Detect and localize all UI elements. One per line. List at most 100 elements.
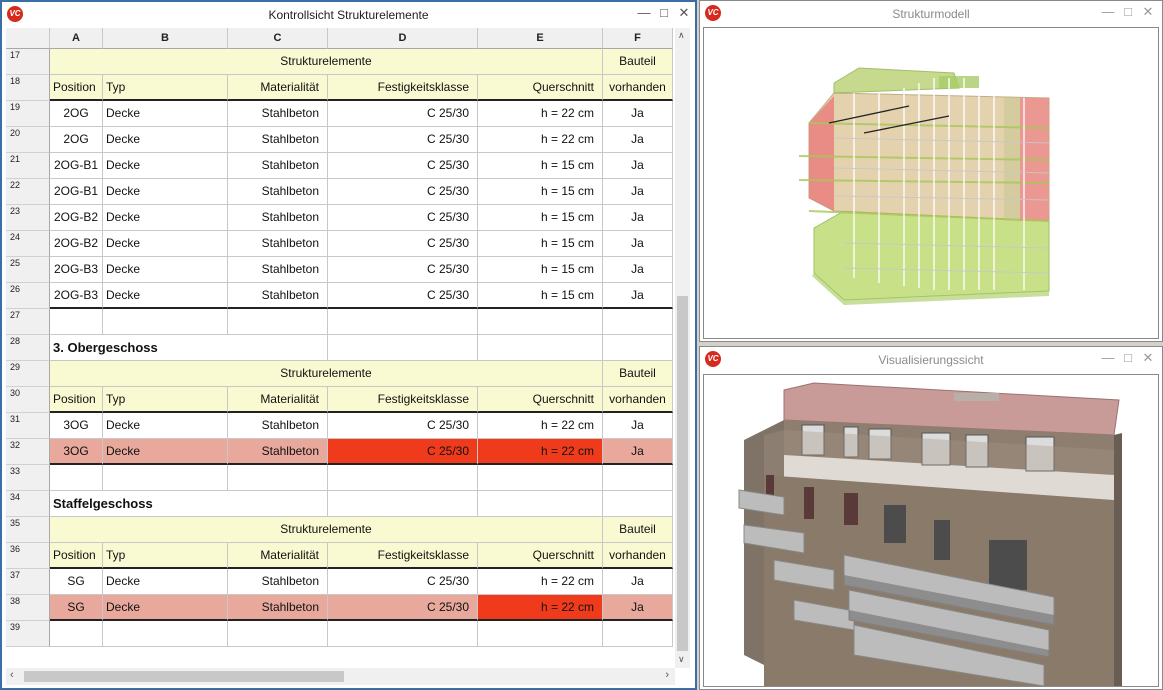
- section-title[interactable]: Staffelgeschoss: [50, 491, 328, 517]
- empty-cell[interactable]: [103, 465, 228, 491]
- column-header-c[interactable]: C: [228, 28, 328, 49]
- row-header[interactable]: 27: [6, 309, 50, 335]
- table-cell[interactable]: Decke: [103, 595, 228, 621]
- empty-cell[interactable]: [328, 335, 478, 361]
- table-cell[interactable]: Ja: [603, 127, 673, 153]
- column-title-cell[interactable]: Querschnitt: [478, 387, 603, 413]
- column-title-cell[interactable]: Festigkeitsklasse: [328, 543, 478, 569]
- table-cell[interactable]: Decke: [103, 257, 228, 283]
- table-cell[interactable]: Stahlbeton: [228, 153, 328, 179]
- table-cell[interactable]: Decke: [103, 439, 228, 465]
- row-header[interactable]: 35: [6, 517, 50, 543]
- column-title-cell[interactable]: Materialität: [228, 75, 328, 101]
- scroll-right-icon[interactable]: ›: [665, 669, 669, 681]
- table-cell[interactable]: C 25/30: [328, 413, 478, 439]
- table-cell[interactable]: Ja: [603, 283, 673, 309]
- empty-cell[interactable]: [603, 335, 673, 361]
- row-header[interactable]: 26: [6, 283, 50, 309]
- row-header[interactable]: 21: [6, 153, 50, 179]
- table-cell[interactable]: C 25/30: [328, 231, 478, 257]
- row-header[interactable]: 20: [6, 127, 50, 153]
- table-cell[interactable]: Decke: [103, 179, 228, 205]
- table-cell[interactable]: h = 15 cm: [478, 283, 603, 309]
- table-cell[interactable]: 2OG-B2: [50, 231, 103, 257]
- table-cell[interactable]: Ja: [603, 595, 673, 621]
- column-header-d[interactable]: D: [328, 28, 478, 49]
- table-cell[interactable]: h = 22 cm: [478, 127, 603, 153]
- column-title-cell[interactable]: vorhanden: [603, 543, 673, 569]
- column-header-f[interactable]: F: [603, 28, 673, 49]
- bauteil-header-cell[interactable]: Bauteil: [603, 517, 673, 543]
- row-header[interactable]: 31: [6, 413, 50, 439]
- empty-cell[interactable]: [603, 309, 673, 335]
- column-title-cell[interactable]: Typ: [103, 543, 228, 569]
- row-header[interactable]: 37: [6, 569, 50, 595]
- group-header-cell[interactable]: Strukturelemente: [50, 361, 603, 387]
- row-header[interactable]: 39: [6, 621, 50, 647]
- table-cell[interactable]: Ja: [603, 569, 673, 595]
- group-header-cell[interactable]: Strukturelemente: [50, 49, 603, 75]
- row-header[interactable]: 18: [6, 75, 50, 101]
- column-title-cell[interactable]: Position: [50, 543, 103, 569]
- table-cell[interactable]: Stahlbeton: [228, 413, 328, 439]
- row-header[interactable]: 28: [6, 335, 50, 361]
- table-cell[interactable]: C 25/30: [328, 283, 478, 309]
- maximize-icon[interactable]: □: [1120, 350, 1136, 366]
- maximize-icon[interactable]: □: [656, 5, 672, 21]
- table-cell[interactable]: C 25/30: [328, 439, 478, 465]
- table-cell[interactable]: 2OG-B1: [50, 179, 103, 205]
- table-cell[interactable]: Stahlbeton: [228, 569, 328, 595]
- column-title-cell[interactable]: Materialität: [228, 543, 328, 569]
- column-title-cell[interactable]: Festigkeitsklasse: [328, 75, 478, 101]
- row-header[interactable]: 38: [6, 595, 50, 621]
- table-cell[interactable]: Stahlbeton: [228, 257, 328, 283]
- empty-cell[interactable]: [50, 465, 103, 491]
- scroll-up-icon[interactable]: ∧: [678, 30, 685, 41]
- table-cell[interactable]: 3OG: [50, 413, 103, 439]
- table-cell[interactable]: h = 15 cm: [478, 179, 603, 205]
- table-cell[interactable]: Ja: [603, 153, 673, 179]
- table-cell[interactable]: Stahlbeton: [228, 127, 328, 153]
- scroll-down-icon[interactable]: ∨: [678, 654, 685, 665]
- column-title-cell[interactable]: Querschnitt: [478, 543, 603, 569]
- column-title-cell[interactable]: Typ: [103, 387, 228, 413]
- empty-cell[interactable]: [50, 309, 103, 335]
- close-icon[interactable]: ✕: [676, 5, 692, 21]
- table-cell[interactable]: Stahlbeton: [228, 595, 328, 621]
- section-title[interactable]: 3. Obergeschoss: [50, 335, 328, 361]
- table-cell[interactable]: 3OG: [50, 439, 103, 465]
- table-cell[interactable]: C 25/30: [328, 205, 478, 231]
- table-cell[interactable]: SG: [50, 595, 103, 621]
- bauteil-header-cell[interactable]: Bauteil: [603, 361, 673, 387]
- empty-cell[interactable]: [603, 491, 673, 517]
- table-cell[interactable]: Decke: [103, 153, 228, 179]
- table-cell[interactable]: Decke: [103, 101, 228, 127]
- row-header[interactable]: 34: [6, 491, 50, 517]
- scroll-left-icon[interactable]: ‹: [10, 669, 14, 681]
- viz-viewport[interactable]: [703, 374, 1159, 687]
- table-cell[interactable]: h = 22 cm: [478, 101, 603, 127]
- maximize-icon[interactable]: □: [1120, 4, 1136, 20]
- column-title-cell[interactable]: Materialität: [228, 387, 328, 413]
- empty-cell[interactable]: [328, 465, 478, 491]
- table-cell[interactable]: C 25/30: [328, 101, 478, 127]
- table-cell[interactable]: Decke: [103, 569, 228, 595]
- table-cell[interactable]: Ja: [603, 101, 673, 127]
- empty-cell[interactable]: [478, 491, 603, 517]
- minimize-icon[interactable]: —: [1100, 4, 1116, 20]
- table-cell[interactable]: Decke: [103, 283, 228, 309]
- table-cell[interactable]: Decke: [103, 413, 228, 439]
- row-header[interactable]: 19: [6, 101, 50, 127]
- table-cell[interactable]: h = 22 cm: [478, 413, 603, 439]
- empty-cell[interactable]: [328, 621, 478, 647]
- empty-cell[interactable]: [103, 621, 228, 647]
- bauteil-header-cell[interactable]: Bauteil: [603, 49, 673, 75]
- close-icon[interactable]: ✕: [1140, 4, 1156, 20]
- empty-cell[interactable]: [478, 335, 603, 361]
- table-cell[interactable]: Ja: [603, 179, 673, 205]
- table-cell[interactable]: C 25/30: [328, 179, 478, 205]
- column-header-a[interactable]: A: [50, 28, 103, 49]
- table-cell[interactable]: 2OG-B3: [50, 257, 103, 283]
- corner-cell[interactable]: [6, 28, 50, 49]
- minimize-icon[interactable]: —: [1100, 350, 1116, 366]
